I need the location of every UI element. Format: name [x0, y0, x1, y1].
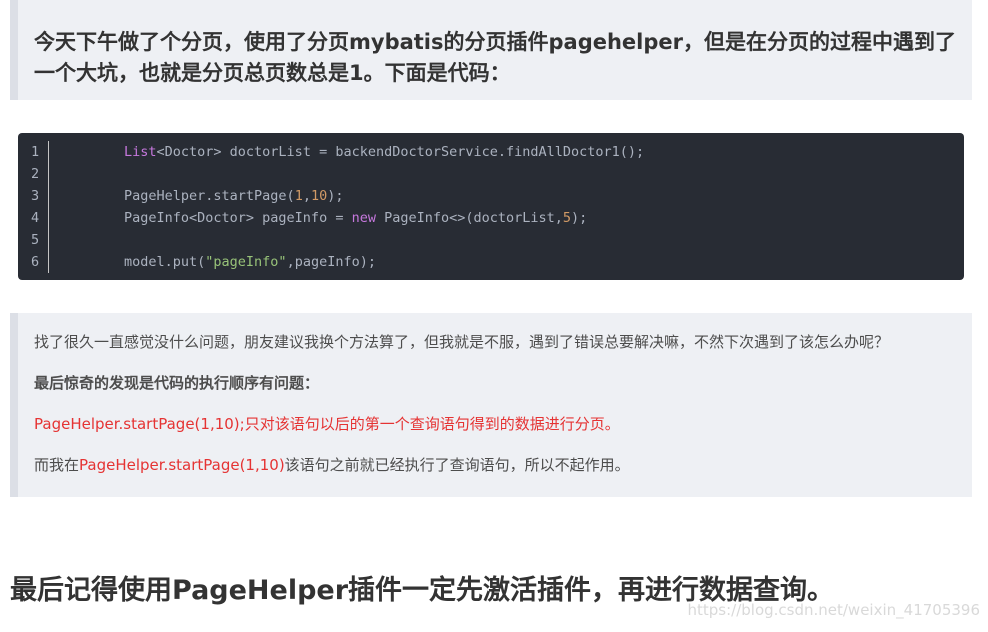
code-text: PageHelper.startPage(1,10);: [124, 188, 344, 204]
line-number: 5: [18, 229, 49, 251]
code-line: 3 PageHelper.startPage(1,10);: [18, 185, 964, 207]
text-span: 而我在: [34, 456, 80, 474]
code-line: 1 List<Doctor> doctorList = backendDocto…: [18, 141, 964, 163]
line-number: 6: [18, 251, 49, 273]
code-text: model.put("pageInfo",pageInfo);: [124, 254, 376, 270]
highlight-span: PageHelper.startPage(1,10): [79, 456, 285, 474]
watermark: https://blog.csdn.net/weixin_41705396: [687, 601, 980, 619]
intro-text: 今天下午做了个分页，使用了分页mybatis的分页插件pagehelper，但是…: [34, 30, 957, 85]
line-number: 1: [18, 141, 49, 163]
code-line: 4 PageInfo<Doctor> pageInfo = new PageIn…: [18, 207, 964, 229]
code-line: 6 model.put("pageInfo",pageInfo);: [18, 251, 964, 273]
explanation-blockquote: 找了很久一直感觉没什么问题，朋友建议我换个方法算了，但我就是不服，遇到了错误总要…: [10, 313, 972, 497]
explanation-red-paragraph: PageHelper.startPage(1,10);只对该语句以后的第一个查询…: [34, 415, 620, 433]
line-number: 2: [18, 163, 49, 185]
intro-blockquote: 今天下午做了个分页，使用了分页mybatis的分页插件pagehelper，但是…: [10, 0, 972, 100]
code-line: 5: [18, 229, 964, 251]
code-block: 1 List<Doctor> doctorList = backendDocto…: [18, 133, 964, 280]
explanation-paragraph: 而我在PageHelper.startPage(1,10)该语句之前就已经执行了…: [34, 454, 958, 476]
code-text: PageInfo<Doctor> pageInfo = new PageInfo…: [124, 210, 588, 226]
code-line: 2: [18, 163, 964, 185]
explanation-bold-paragraph: 最后惊奇的发现是代码的执行顺序有问题：: [34, 374, 320, 392]
code-text: List<Doctor> doctorList = backendDoctorS…: [124, 144, 645, 160]
explanation-paragraph: 找了很久一直感觉没什么问题，朋友建议我换个方法算了，但我就是不服，遇到了错误总要…: [34, 333, 890, 351]
line-number: 4: [18, 207, 49, 229]
line-number: 3: [18, 185, 49, 207]
text-span: 该语句之前就已经执行了查询语句，所以不起作用。: [284, 456, 630, 474]
